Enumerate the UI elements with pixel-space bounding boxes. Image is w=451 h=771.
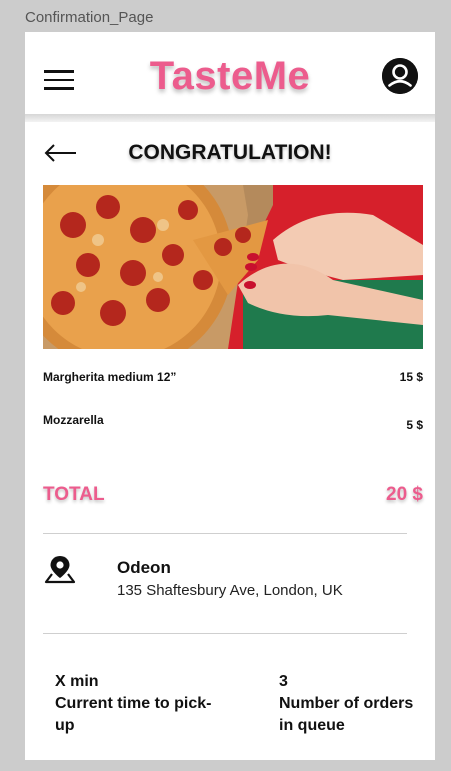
order-item-row: Margherita medium 12” 15 $: [43, 370, 423, 384]
confirmation-screen: TasteMe CONGRATULATION! Margherita mediu…: [25, 32, 435, 760]
user-avatar-icon[interactable]: [382, 58, 418, 94]
pickup-time-value: X min: [55, 673, 99, 690]
queue-value: 3: [279, 673, 288, 690]
frame-label: Confirmation_Page: [25, 9, 154, 26]
total-row: TOTAL 20 $: [43, 484, 423, 506]
location-address: 135 Shaftesbury Ave, London, UK: [117, 582, 343, 599]
location-name: Odeon: [117, 558, 171, 577]
page-title: CONGRATULATION!: [128, 141, 332, 164]
divider: [43, 633, 407, 634]
header-shadow: [25, 114, 435, 122]
order-item-row: Mozzarella 5 $: [43, 413, 423, 432]
total-value: 20 $: [386, 484, 423, 505]
top-bar: TasteMe: [25, 32, 435, 114]
order-item-price: 5 $: [406, 418, 423, 432]
order-item-price: 15 $: [399, 370, 423, 384]
total-label: TOTAL: [43, 484, 105, 505]
pizza-photo: [43, 185, 423, 349]
map-pin-icon: [44, 554, 76, 584]
order-item-name: Margherita medium 12”: [43, 370, 177, 384]
pickup-time-stat: X min Current time to pick-up: [55, 671, 215, 737]
divider: [43, 533, 407, 534]
brand-logo: TasteMe: [149, 54, 311, 98]
order-item-name: Mozzarella: [43, 413, 104, 427]
queue-label: Number of orders in queue: [279, 695, 414, 734]
pickup-time-label: Current time to pick-up: [55, 695, 212, 734]
queue-stat: 3 Number of orders in queue: [279, 671, 419, 737]
